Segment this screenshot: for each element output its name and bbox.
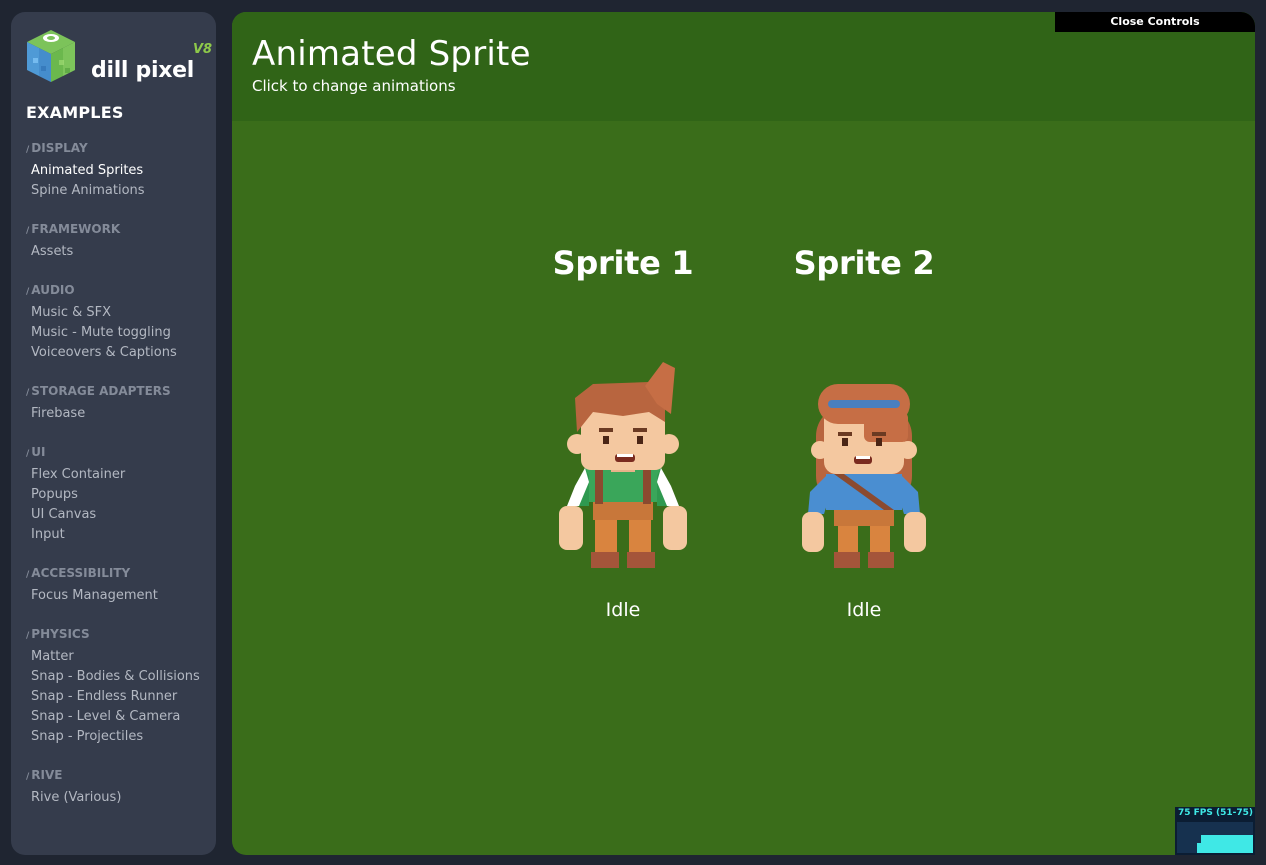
sprite-2-label: Sprite 2 [793, 244, 935, 282]
slash-icon: / [26, 772, 30, 782]
slash-icon: / [26, 145, 30, 155]
sidebar: dill pixel V8 EXAMPLES / DISPLAY Animated… [11, 12, 216, 855]
examples-heading: EXAMPLES [26, 103, 124, 122]
version-badge: V8 [193, 42, 213, 57]
nav-item-snap-runner[interactable]: Snap - Endless Runner [26, 687, 211, 707]
sprite-2-character[interactable] [798, 376, 930, 572]
fps-graph-fill [1197, 843, 1201, 853]
nav-section-display: / DISPLAY Animated Sprites Spine Animatio… [26, 140, 211, 201]
nav-section-ui: / UI Flex Container Popups UI Canvas Inpu… [26, 444, 211, 545]
section-title: PHYSICS [31, 627, 90, 641]
sprite-2-animation-label: Idle [846, 599, 882, 621]
nav-item-snap-bodies[interactable]: Snap - Bodies & Collisions [26, 667, 211, 687]
nav-section-framework: / FRAMEWORK Assets [26, 221, 211, 262]
slash-icon: / [26, 449, 30, 459]
nav-item-assets[interactable]: Assets [26, 242, 211, 262]
section-title: FRAMEWORK [31, 222, 121, 236]
examples-nav: / DISPLAY Animated Sprites Spine Animatio… [26, 140, 211, 828]
slash-icon: / [26, 388, 30, 398]
nav-item-snap-projectiles[interactable]: Snap - Projectiles [26, 727, 211, 747]
nav-section-rive: / RIVE Rive (Various) [26, 767, 211, 808]
fps-graph [1177, 822, 1253, 853]
sprite-1-animation-label: Idle [605, 599, 641, 621]
nav-item-ui-canvas[interactable]: UI Canvas [26, 505, 211, 525]
nav-item-music-sfx[interactable]: Music & SFX [26, 303, 211, 323]
section-title: UI [31, 445, 46, 459]
nav-section-physics: / PHYSICS Matter Snap - Bodies & Collisio… [26, 626, 211, 747]
nav-item-rive[interactable]: Rive (Various) [26, 788, 211, 808]
section-title: DISPLAY [31, 141, 88, 155]
fps-meter: 75 FPS (51-75) [1175, 807, 1255, 855]
sprite-1-label: Sprite 1 [552, 244, 694, 282]
nav-section-storage: / STORAGE ADAPTERS Firebase [26, 383, 211, 424]
nav-item-animated-sprites[interactable]: Animated Sprites [26, 161, 211, 181]
sprite-1-character[interactable] [553, 356, 693, 572]
slash-icon: / [26, 570, 30, 580]
nav-item-voiceovers[interactable]: Voiceovers & Captions [26, 343, 211, 363]
nav-item-flex-container[interactable]: Flex Container [26, 465, 211, 485]
nav-section-audio: / AUDIO Music & SFX Music - Mute toggling… [26, 282, 211, 363]
page-title: Animated Sprite [252, 34, 531, 74]
nav-item-snap-level[interactable]: Snap - Level & Camera [26, 707, 211, 727]
page-subtitle: Click to change animations [252, 77, 456, 95]
fps-graph-fill [1201, 835, 1253, 853]
dill-pixel-cube-icon [27, 30, 75, 82]
example-stage[interactable]: Animated Sprite Click to change animatio… [232, 12, 1255, 855]
slash-icon: / [26, 226, 30, 236]
nav-item-focus-management[interactable]: Focus Management [26, 586, 211, 606]
slash-icon: / [26, 631, 30, 641]
nav-section-accessibility: / ACCESSIBILITY Focus Management [26, 565, 211, 606]
nav-item-spine-animations[interactable]: Spine Animations [26, 181, 211, 201]
nav-item-input[interactable]: Input [26, 525, 211, 545]
nav-item-matter[interactable]: Matter [26, 647, 211, 667]
fps-readout: 75 FPS (51-75) [1178, 808, 1254, 818]
brand-name: dill pixel [91, 58, 194, 83]
close-controls-button[interactable]: Close Controls [1055, 12, 1255, 32]
section-title: STORAGE ADAPTERS [31, 384, 171, 398]
section-title: AUDIO [31, 283, 75, 297]
logo[interactable]: dill pixel V8 [25, 28, 215, 88]
nav-item-firebase[interactable]: Firebase [26, 404, 211, 424]
slash-icon: / [26, 287, 30, 297]
section-title: ACCESSIBILITY [31, 566, 131, 580]
section-title: RIVE [31, 768, 63, 782]
nav-item-popups[interactable]: Popups [26, 485, 211, 505]
nav-item-music-mute[interactable]: Music - Mute toggling [26, 323, 211, 343]
